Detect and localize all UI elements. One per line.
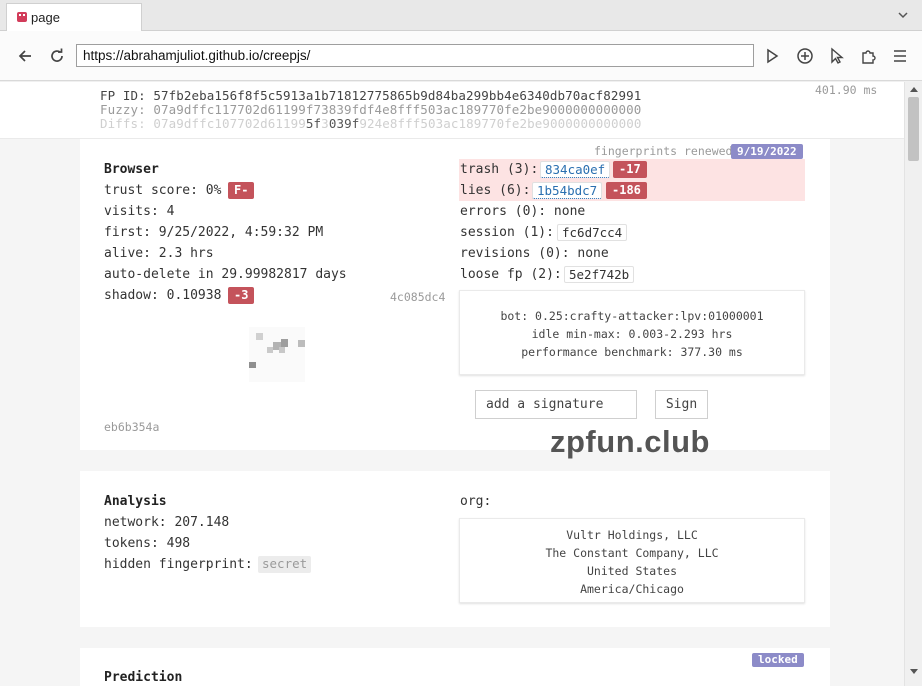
- locked-badge: locked: [752, 653, 804, 667]
- timing-label: 401.90 ms: [815, 83, 878, 97]
- scroll-down-icon[interactable]: [909, 668, 919, 676]
- url-text: https://abrahamjuliot.github.io/creepjs/: [83, 48, 311, 63]
- fuzzy-hash: Fuzzy: 07a9dffc117702d61199f73839fdf4e8f…: [100, 102, 642, 117]
- shadow: shadow: 0.10938: [104, 288, 222, 303]
- signature-placeholder: add a signature: [486, 397, 604, 412]
- tab-page[interactable]: page: [6, 3, 142, 31]
- trust-grade-badge: F-: [228, 182, 255, 199]
- arrow-left-icon: [18, 50, 31, 62]
- page-content[interactable]: FP ID: 57fb2eba156f8f5c5913a1b7181277586…: [0, 82, 904, 686]
- loose-fp-label: loose fp (2):: [460, 267, 562, 282]
- tab-title: page: [31, 10, 60, 25]
- address-bar[interactable]: https://abrahamjuliot.github.io/creepjs/: [76, 44, 754, 67]
- signature-input[interactable]: add a signature: [475, 390, 637, 419]
- trash-hash-link[interactable]: 834ca0ef: [540, 161, 611, 178]
- perf-line: performance benchmark: 377.30 ms: [521, 345, 743, 359]
- analysis-title: Analysis: [104, 494, 167, 509]
- bot-line: bot: 0.25:crafty-attacker:lpv:01000001: [500, 309, 764, 323]
- fingerprint-image: [249, 327, 305, 382]
- prediction-card: [80, 648, 830, 686]
- org-box: Vultr Holdings, LLC The Constant Company…: [459, 518, 805, 603]
- revisions: revisions (0): none: [460, 246, 609, 261]
- cursor-icon: [831, 47, 844, 64]
- hidden-fingerprint-label: hidden fingerprint:: [104, 557, 253, 572]
- org-line: United States: [586, 564, 677, 578]
- renewed-date-badge: 9/19/2022: [731, 144, 803, 159]
- fingerprint-header: FP ID: 57fb2eba156f8f5c5913a1b7181277586…: [0, 82, 904, 139]
- prediction-title: Prediction: [104, 670, 183, 685]
- diffs-hash: Diffs: 07a9dffc107702d611995f3039f924e8f…: [100, 116, 642, 131]
- watermark-text: zpfun.club: [550, 424, 710, 459]
- org-line: The Constant Company, LLC: [545, 546, 719, 560]
- scrollbar-thumb[interactable]: [908, 97, 919, 161]
- add-button[interactable]: [794, 45, 816, 67]
- session-hash: fc6d7cc4: [557, 224, 628, 241]
- renewed-label: fingerprints renewed: [594, 144, 733, 158]
- org-label: org:: [460, 494, 492, 509]
- tokens: tokens: 498: [104, 536, 191, 551]
- shadow-badge: -3: [228, 287, 255, 304]
- loose-fp-hash: 5e2f742b: [564, 266, 635, 283]
- shadow-hash: 4c085dc4: [390, 290, 446, 304]
- org-line: America/Chicago: [580, 582, 684, 596]
- pointer-button[interactable]: [826, 45, 848, 67]
- trash-label: trash (3):: [460, 162, 539, 177]
- sign-label: Sign: [665, 397, 698, 412]
- reload-icon: [51, 48, 63, 62]
- hidden-fingerprint-value: secret: [258, 556, 312, 573]
- first-visit: first: 9/25/2022, 4:59:32 PM: [104, 225, 324, 240]
- trash-badge: -17: [613, 161, 647, 178]
- visits: visits: 4: [104, 204, 175, 219]
- back-button[interactable]: [14, 45, 36, 67]
- lies-badge: -186: [606, 182, 647, 199]
- lies-hash-link[interactable]: 1b54bdc7: [532, 182, 603, 199]
- hamburger-icon: [894, 50, 906, 62]
- sign-button[interactable]: Sign: [655, 390, 708, 419]
- browser-toolbar: https://abrahamjuliot.github.io/creepjs/: [0, 31, 922, 81]
- puzzle-icon: [862, 50, 876, 64]
- alive: alive: 2.3 hrs: [104, 246, 214, 261]
- footer-hash: eb6b354a: [104, 420, 160, 434]
- scroll-up-icon[interactable]: [909, 85, 919, 93]
- idle-line: idle min-max: 0.003-2.293 hrs: [531, 327, 733, 341]
- favicon-icon: [17, 12, 27, 22]
- fp-id: FP ID: 57fb2eba156f8f5c5913a1b7181277586…: [100, 88, 642, 103]
- plus-circle-icon: [797, 48, 813, 64]
- bot-stats-box: bot: 0.25:crafty-attacker:lpv:01000001 i…: [459, 290, 805, 375]
- browser-title: Browser: [104, 162, 159, 177]
- tab-bar: page: [0, 0, 922, 31]
- org-line: Vultr Holdings, LLC: [566, 528, 698, 542]
- menu-button[interactable]: [889, 45, 911, 67]
- play-button[interactable]: [761, 45, 783, 67]
- auto-delete: auto-delete in 29.99982817 days: [104, 267, 347, 282]
- session-label: session (1):: [460, 225, 554, 240]
- reload-button[interactable]: [46, 45, 68, 67]
- play-icon: [767, 48, 779, 64]
- network: network: 207.148: [104, 515, 230, 530]
- trust-score: trust score: 0%: [104, 183, 222, 198]
- vertical-scrollbar[interactable]: [904, 82, 922, 686]
- lies-label: lies (6):: [460, 183, 531, 198]
- chevron-down-icon[interactable]: [896, 8, 910, 22]
- extensions-button[interactable]: [858, 45, 880, 67]
- errors: errors (0): none: [460, 204, 586, 219]
